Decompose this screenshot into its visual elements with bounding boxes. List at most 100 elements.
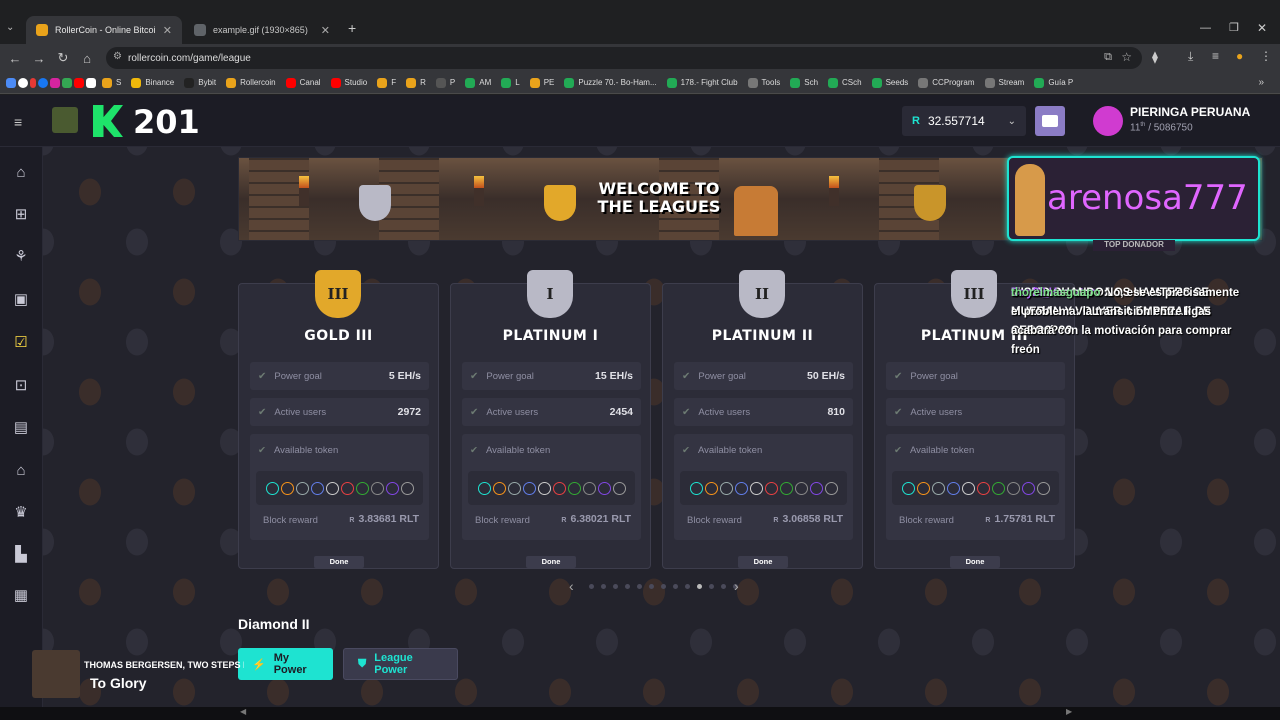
facebook-icon[interactable]: [38, 77, 48, 88]
done-button[interactable]: Done: [950, 556, 1000, 568]
bookmark-icon[interactable]: [30, 77, 36, 88]
carousel-dot[interactable]: [613, 584, 618, 589]
extension-hamster-icon[interactable]: ●: [1236, 49, 1243, 63]
site-info-icon[interactable]: ⚙: [113, 51, 122, 62]
address-bar[interactable]: ⚙ rollercoin.com/game/league ⧉ ☆: [106, 47, 1142, 69]
storage-icon[interactable]: ▤: [12, 420, 30, 436]
bookmark-icon[interactable]: [18, 77, 28, 88]
bookmark-item[interactable]: Guía P: [1030, 77, 1077, 88]
bookmark-item[interactable]: R: [402, 77, 430, 88]
available-token-box: ✔ Available token Block reward R 3.83681 R…: [250, 434, 429, 540]
bookmark-item[interactable]: Binance: [127, 77, 178, 88]
bookmark-icon[interactable]: [6, 77, 16, 88]
menu-icon[interactable]: ⋮: [1260, 49, 1272, 63]
bookmark-item[interactable]: Seeds: [868, 77, 913, 88]
bank-icon[interactable]: ⌂: [12, 463, 30, 479]
tab-rollercoin[interactable]: RollerCoin - Online Bitcoin Minin ✕: [26, 16, 182, 44]
carousel-dot[interactable]: [637, 584, 642, 589]
rlt-currency-icon: R: [912, 115, 920, 127]
bookmark-item[interactable]: Puzzle 70.- Bo-Ham...: [560, 77, 660, 88]
bookmark-item[interactable]: Studio: [327, 77, 372, 88]
my-power-button[interactable]: ⚡ My Power: [238, 648, 333, 680]
done-button[interactable]: Done: [526, 556, 576, 568]
new-tab-button[interactable]: +: [348, 20, 356, 36]
token-icon: [552, 481, 566, 495]
bookmark-item[interactable]: 178.- Fight Club: [663, 77, 742, 88]
token-icon: [779, 481, 793, 495]
token-icon: [400, 481, 414, 495]
media-icon[interactable]: ≡: [1212, 49, 1219, 63]
carousel-dot[interactable]: [661, 584, 666, 589]
tab-example-gif[interactable]: example.gif (1930×865) ✕: [184, 16, 340, 44]
home-icon[interactable]: ⌂: [75, 51, 99, 66]
music-track: To Glory: [90, 675, 147, 691]
gamepad-icon[interactable]: ⊞: [12, 207, 30, 223]
balance-selector[interactable]: R 32.557714 ⌄: [902, 106, 1026, 136]
bookmark-item[interactable]: CCProgram: [914, 77, 978, 88]
wallet-icon: [1042, 115, 1058, 127]
instagram-icon[interactable]: [50, 77, 60, 88]
reload-icon[interactable]: ↻: [51, 50, 75, 66]
close-tab-icon[interactable]: ✕: [163, 24, 172, 37]
install-icon[interactable]: ⧉: [1104, 51, 1112, 64]
bookmark-item[interactable]: Stream: [981, 77, 1029, 88]
carousel-dot[interactable]: [601, 584, 606, 589]
wallet-button[interactable]: [1035, 106, 1065, 136]
user-avatar[interactable]: [1093, 106, 1123, 136]
youtube-icon[interactable]: [74, 77, 84, 88]
x-icon[interactable]: [86, 77, 96, 88]
bookmark-star-icon[interactable]: ☆: [1121, 50, 1132, 64]
carousel-next-arrow[interactable]: ›: [734, 578, 739, 594]
carousel-dot[interactable]: [589, 584, 594, 589]
carousel-dot[interactable]: [685, 584, 690, 589]
bottom-scrollbar[interactable]: ◀ ▶: [0, 707, 1280, 720]
block-reward-label: Block reward: [899, 515, 954, 526]
carousel-dot[interactable]: [673, 584, 678, 589]
forward-icon[interactable]: →: [27, 51, 51, 66]
home-icon[interactable]: ⌂: [12, 165, 30, 181]
available-token-box: ✔ Available token Block reward R 3.06858 R…: [674, 434, 853, 540]
bookmark-item[interactable]: Bybit: [180, 77, 220, 88]
done-button[interactable]: Done: [314, 556, 364, 568]
bookmark-item[interactable]: Rollercoin: [222, 77, 280, 88]
more-bookmarks-icon[interactable]: »: [1258, 77, 1264, 88]
bookmark-icon[interactable]: [62, 77, 72, 88]
bookmark-item[interactable]: AM: [461, 77, 495, 88]
download-icon[interactable]: ⤓: [1188, 49, 1193, 64]
extensions-icon[interactable]: ⧫: [1152, 50, 1158, 64]
marketplace-cart-icon[interactable]: ⊡: [12, 378, 30, 394]
maximize-icon[interactable]: ❐: [1229, 21, 1239, 34]
check-icon: ✔: [470, 406, 479, 418]
bookmark-item[interactable]: F: [373, 77, 400, 88]
bookmark-item[interactable]: PE: [526, 77, 559, 88]
minimize-icon[interactable]: —: [1200, 22, 1211, 34]
inventory-icon[interactable]: ▣: [12, 292, 30, 308]
rollertoken-icon[interactable]: ⚘: [12, 249, 30, 265]
back-icon[interactable]: ←: [3, 51, 27, 66]
bookmark-item[interactable]: L: [497, 77, 523, 88]
carousel-dot[interactable]: [649, 584, 654, 589]
carousel-dot[interactable]: [721, 584, 726, 589]
bookmark-item[interactable]: Sch: [786, 77, 822, 88]
carousel-dot[interactable]: [709, 584, 714, 589]
carousel-prev-arrow[interactable]: ‹: [569, 578, 574, 594]
bookmark-item[interactable]: S: [98, 77, 125, 88]
bookmark-item[interactable]: P: [432, 77, 459, 88]
bookmark-item[interactable]: CSch: [824, 77, 866, 88]
menu-hamburger-icon[interactable]: ≡: [14, 114, 22, 130]
check-icon: ✔: [470, 370, 479, 382]
bookmark-item[interactable]: Tools: [744, 77, 785, 88]
league-power-button[interactable]: ⛊ League Power: [343, 648, 458, 680]
close-window-icon[interactable]: ✕: [1257, 21, 1267, 35]
trophy-icon[interactable]: ♛: [12, 505, 30, 521]
token-icon: [1006, 481, 1020, 495]
done-button[interactable]: Done: [738, 556, 788, 568]
close-tab-icon[interactable]: ✕: [321, 24, 330, 37]
bookmark-item[interactable]: Canal: [282, 77, 325, 88]
carousel-dot[interactable]: [697, 584, 702, 589]
carousel-dot[interactable]: [625, 584, 630, 589]
news-icon[interactable]: ▦: [12, 588, 30, 604]
factory-icon[interactable]: ▙: [12, 547, 30, 563]
tasks-icon[interactable]: ☑: [12, 335, 30, 351]
tab-search-icon[interactable]: ⌄: [6, 22, 14, 33]
